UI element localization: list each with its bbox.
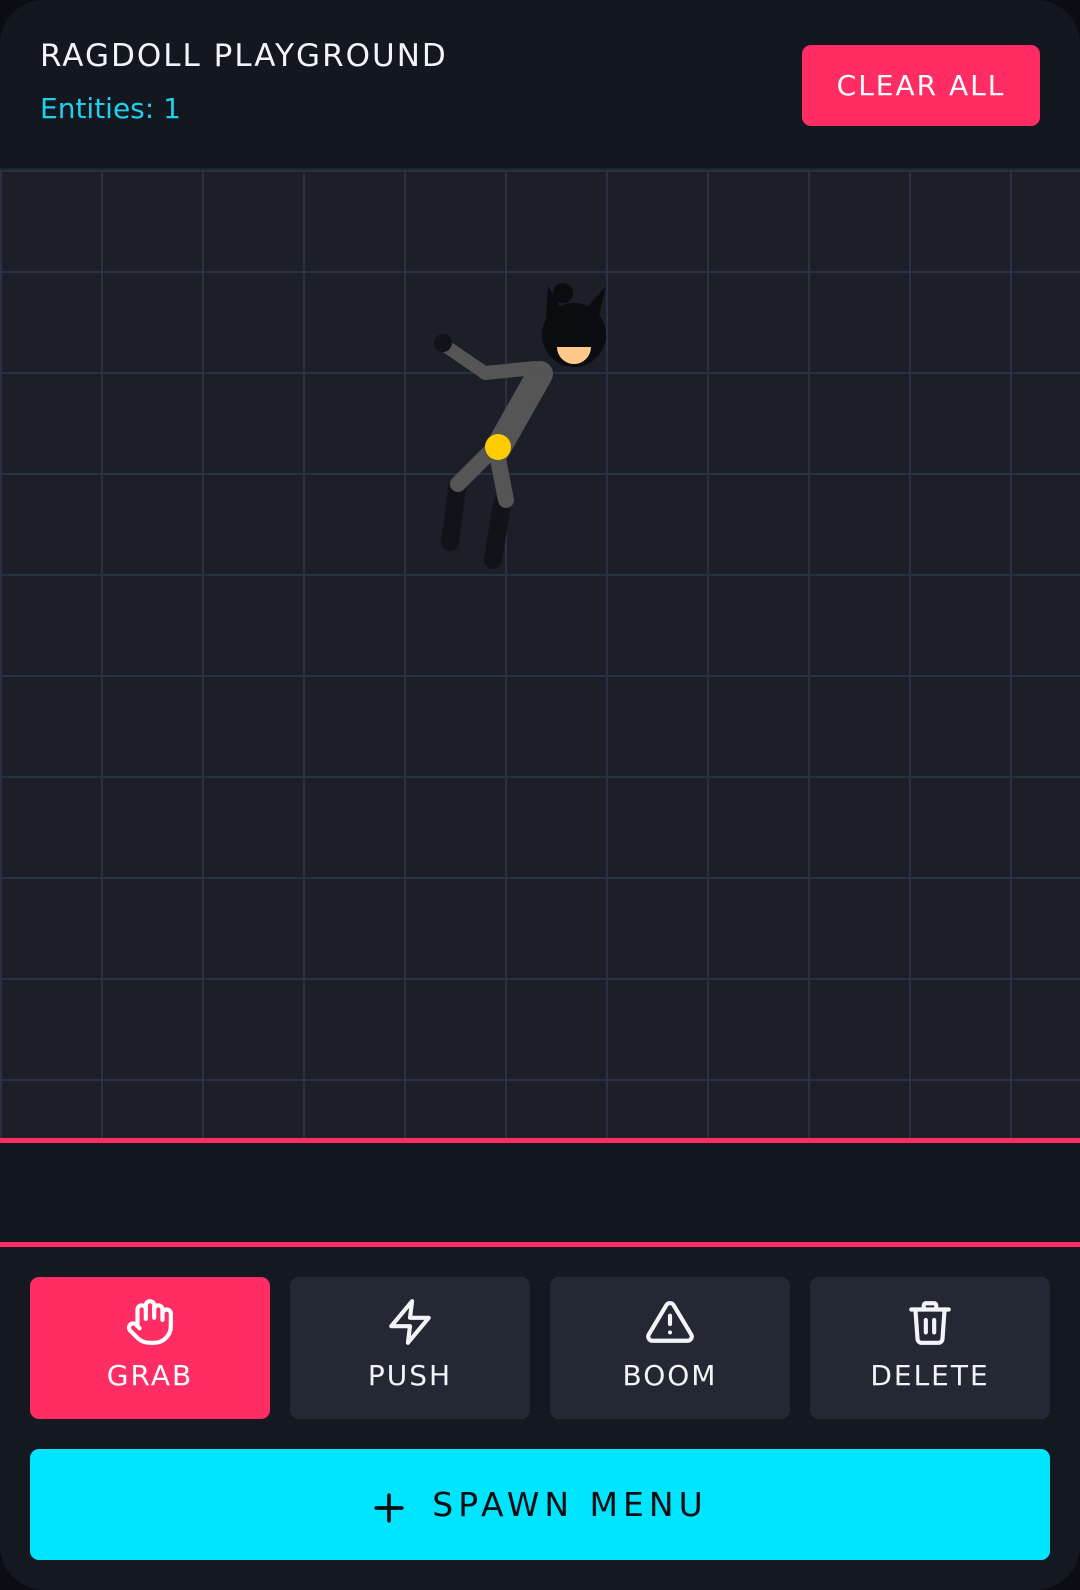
floor <box>0 1143 1080 1242</box>
ragdoll[interactable] <box>434 283 606 569</box>
ragdoll-right-leg <box>484 495 511 569</box>
ragdoll-left-leg <box>441 479 466 551</box>
tool-bar: GRAB PUSH BOOM DELETE <box>30 1277 1050 1419</box>
boom-tool-button[interactable]: BOOM <box>550 1277 790 1419</box>
ragdoll-upper-arm <box>478 361 542 380</box>
ragdoll-head-knob <box>553 283 573 303</box>
delete-tool-label: DELETE <box>870 1359 990 1392</box>
trash-icon <box>909 1301 951 1345</box>
ragdoll-hand <box>434 334 452 352</box>
lightning-icon <box>389 1299 431 1345</box>
page-title: RAGDOLL PLAYGROUND <box>40 38 448 74</box>
top-bar: RAGDOLL PLAYGROUND Entities: 1 CLEAR ALL <box>0 0 1080 170</box>
push-tool-button[interactable]: PUSH <box>290 1277 530 1419</box>
floor-bottom-line <box>0 1242 1080 1247</box>
ragdoll-scene <box>434 283 606 569</box>
ragdoll-belt-buckle <box>485 434 511 460</box>
boom-tool-label: BOOM <box>622 1359 718 1392</box>
grab-tool-label: GRAB <box>106 1359 194 1392</box>
spawn-menu-label: SPAWN MENU <box>432 1485 708 1524</box>
push-tool-label: PUSH <box>367 1359 453 1392</box>
plus-icon <box>374 1492 404 1523</box>
clear-all-button[interactable]: CLEAR ALL <box>802 45 1040 126</box>
ragdoll-forearm <box>440 340 492 380</box>
warning-icon <box>646 1300 694 1343</box>
playground-canvas[interactable] <box>0 170 1080 1138</box>
hand-icon <box>126 1299 173 1345</box>
delete-tool-button[interactable]: DELETE <box>810 1277 1050 1419</box>
app-frame: RAGDOLL PLAYGROUND Entities: 1 CLEAR ALL <box>0 0 1080 1590</box>
entity-counter: Entities: 1 <box>40 92 181 125</box>
grab-tool-button[interactable]: GRAB <box>30 1277 270 1419</box>
spawn-menu-button[interactable]: SPAWN MENU <box>30 1449 1050 1560</box>
